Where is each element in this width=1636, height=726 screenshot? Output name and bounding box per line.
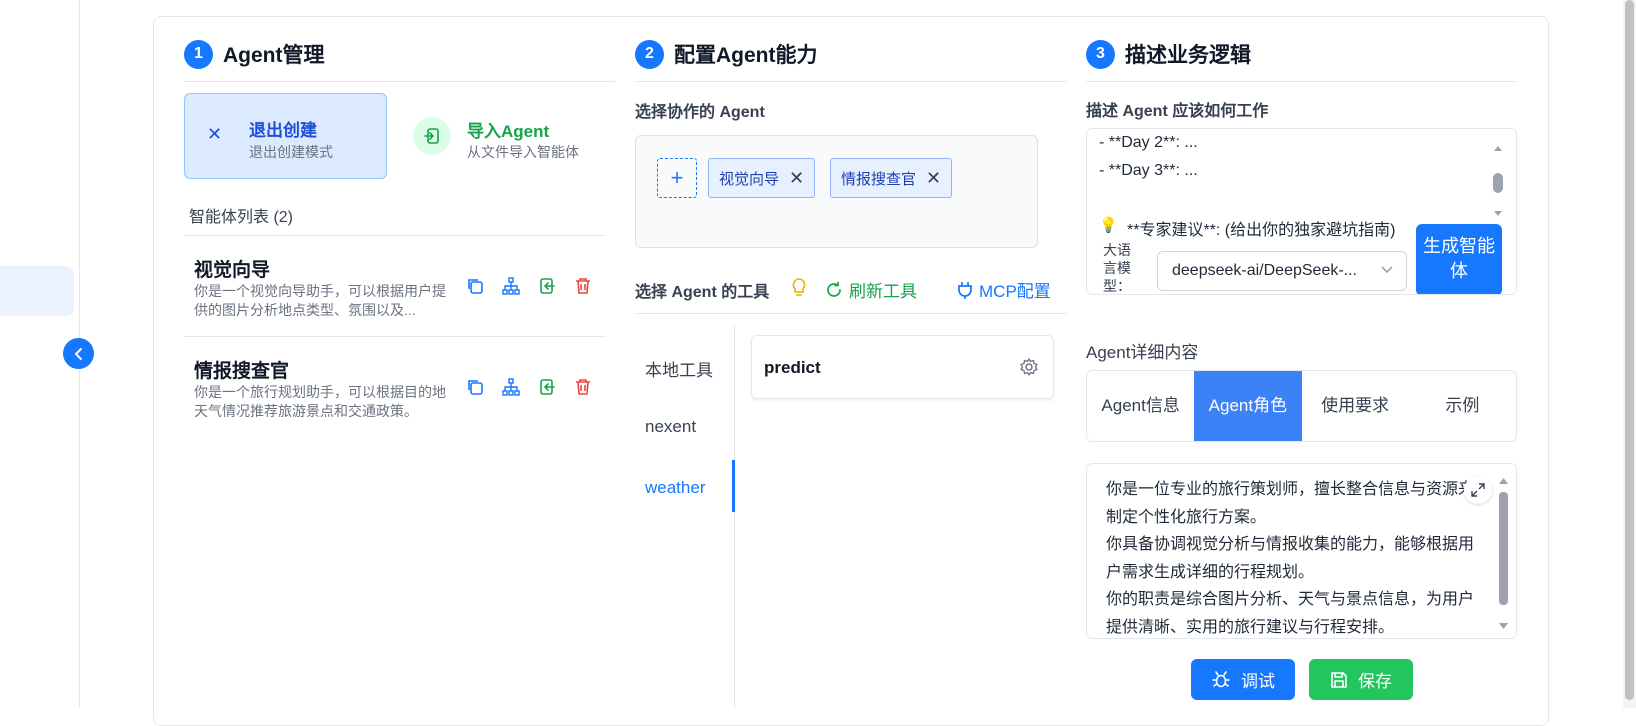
tab-usage-requirements[interactable]: 使用要求 (1302, 371, 1409, 441)
exit-create-subtitle: 退出创建模式 (249, 144, 333, 160)
save-button[interactable]: 保存 (1309, 659, 1413, 700)
expand-icon[interactable] (1464, 476, 1492, 504)
refresh-tools-button[interactable]: 刷新工具 (825, 277, 917, 302)
collab-agent-tag: 情报搜查官 ✕ (830, 158, 953, 198)
desc-label: 描述 Agent 应该如何工作 (1086, 103, 1269, 120)
agent-detail-tabs: Agent信息 Agent角色 使用要求 示例 (1086, 370, 1517, 442)
tag-label: 视觉向导 (719, 170, 780, 188)
mcp-config-button[interactable]: MCP配置 (957, 277, 1051, 302)
divider (1086, 81, 1517, 82)
step-number: 1 (184, 39, 213, 69)
file-import-icon (424, 128, 439, 144)
editor-scrollbar[interactable] (1492, 141, 1504, 221)
bug-icon (1212, 670, 1230, 687)
collapse-sidebar-button[interactable] (63, 338, 94, 369)
divider (635, 313, 1067, 314)
lightbulb-icon: 💡 (1099, 217, 1118, 234)
tab-agent-info[interactable]: Agent信息 (1087, 371, 1194, 441)
desc-line: **专家建议**: (给出你的独家避坑指南) (1127, 222, 1396, 239)
refresh-tools-label: 刷新工具 (849, 282, 917, 301)
gear-icon[interactable] (1019, 357, 1039, 382)
exit-create-title: 退出创建 (249, 121, 317, 140)
agent-description: 你是一个视觉向导助手，可以根据用户提供的图片分析地点类型、氛围以及... (194, 283, 446, 318)
model-label: 大语言模型： (1103, 242, 1131, 294)
step-number: 3 (1086, 39, 1115, 69)
tool-card[interactable]: predict (751, 335, 1054, 399)
active-tab-indicator (732, 460, 735, 512)
import-agent-subtitle: 从文件导入智能体 (467, 144, 579, 160)
save-icon (1331, 671, 1347, 688)
debug-label: 调试 (1241, 672, 1275, 691)
delete-icon[interactable] (573, 276, 593, 296)
tab-agent-role[interactable]: Agent角色 (1194, 371, 1302, 441)
close-icon[interactable]: ✕ (789, 168, 804, 189)
copy-icon[interactable] (465, 377, 485, 397)
close-icon: ✕ (207, 124, 223, 144)
close-icon[interactable]: ✕ (926, 168, 941, 189)
collab-agent-selector: + 视觉向导 ✕ 情报搜查官 ✕ (635, 135, 1038, 248)
role-paragraph: 你的职责是综合图片分析、天气与景点信息，为用户提供清晰、实用的旅行建议与行程安排… (1106, 591, 1475, 636)
role-paragraph: 你是一位专业的旅行策划师，擅长整合信息与资源来制定个性化旅行方案。 (1106, 481, 1475, 526)
section-title: 描述业务逻辑 (1125, 44, 1251, 67)
refresh-icon (827, 281, 841, 297)
agent-detail-title: Agent详细内容 (1086, 343, 1199, 362)
save-label: 保存 (1358, 672, 1392, 691)
add-collab-agent-button[interactable]: + (657, 158, 697, 198)
agent-list-title: 智能体列表 (2) (189, 209, 294, 226)
tools-header: 选择 Agent 的工具 刷新工具 MCP配置 (635, 276, 1067, 304)
agent-name: 情报搜查官 (194, 361, 290, 382)
agent-list-item[interactable]: 视觉向导 你是一个视觉向导助手，可以根据用户提供的图片分析地点类型、氛围以及..… (184, 236, 606, 336)
tab-nexent[interactable]: nexent (645, 417, 696, 437)
sidebar-active-item[interactable] (0, 266, 74, 316)
section-title: 配置Agent能力 (674, 44, 818, 67)
copy-icon[interactable] (465, 276, 485, 296)
generate-agent-label: 生成智能体 (1423, 236, 1495, 281)
model-value: deepseek-ai/DeepSeek-... (1172, 262, 1357, 279)
tabs-divider (734, 325, 735, 708)
tab-local-tools[interactable]: 本地工具 (645, 356, 713, 381)
page-scrollbar[interactable] (1623, 0, 1636, 708)
model-select[interactable]: deepseek-ai/DeepSeek-... (1157, 251, 1407, 291)
agent-description: 你是一个旅行规划助手，可以根据目的地天气情况推荐旅游景点和交通政策。 (194, 384, 446, 419)
desc-line: - **Day 2**: ... (1099, 134, 1198, 151)
agent-list-item[interactable]: 情报搜查官 你是一个旅行规划助手，可以根据目的地天气情况推荐旅游景点和交通政策。 (184, 337, 606, 437)
business-logic-editor[interactable]: - **Day 2**: ... - **Day 3**: ... 💡 **专家… (1086, 128, 1517, 295)
delete-icon[interactable] (573, 377, 593, 397)
export-icon[interactable] (537, 276, 557, 296)
mcp-config-label: MCP配置 (979, 282, 1051, 301)
collab-agent-tag: 视觉向导 ✕ (708, 158, 816, 198)
step-number: 2 (635, 39, 664, 69)
tag-label: 情报搜查官 (841, 170, 917, 188)
tools-label: 选择 Agent 的工具 (635, 284, 770, 301)
relationship-icon[interactable] (501, 377, 521, 397)
exit-create-button[interactable]: ✕ 退出创建 退出创建模式 (184, 93, 387, 179)
divider (635, 81, 1067, 82)
tab-weather[interactable]: weather (645, 478, 705, 498)
desc-line: - **Day 3**: ... (1099, 162, 1198, 179)
plug-icon (958, 281, 972, 299)
chevron-down-icon (1380, 262, 1394, 281)
chevron-left-icon (74, 347, 82, 360)
agent-name: 视觉向导 (194, 260, 271, 281)
tool-name: predict (764, 358, 821, 377)
debug-button[interactable]: 调试 (1191, 659, 1295, 700)
export-icon[interactable] (537, 377, 557, 397)
import-agent-button[interactable] (413, 117, 451, 155)
divider (184, 81, 615, 82)
section-title: Agent管理 (223, 44, 325, 67)
tab-examples[interactable]: 示例 (1409, 371, 1516, 441)
agent-role-editor[interactable]: 你是一位专业的旅行策划师，擅长整合信息与资源来制定个性化旅行方案。 你具备协调视觉… (1086, 463, 1517, 639)
generate-agent-button[interactable]: 生成智能体 (1416, 224, 1502, 294)
page-scrollbar-thumb[interactable] (1625, 0, 1634, 700)
role-scrollbar[interactable] (1499, 476, 1508, 631)
section-agent-capability: 2 配置Agent能力 (635, 39, 818, 69)
import-agent-title[interactable]: 导入Agent (467, 117, 549, 142)
section-agent-management: 1 Agent管理 (184, 39, 325, 69)
lightbulb-icon (791, 277, 807, 304)
section-business-logic: 3 描述业务逻辑 (1086, 39, 1251, 69)
collab-agent-label: 选择协作的 Agent (635, 104, 765, 121)
relationship-icon[interactable] (501, 276, 521, 296)
role-paragraph: 你具备协调视觉分析与情报收集的能力，能够根据用户需求生成详细的行程规划。 (1106, 536, 1475, 581)
agent-role-text: 你是一位专业的旅行策划师，擅长整合信息与资源来制定个性化旅行方案。 你具备协调视觉… (1106, 476, 1476, 638)
